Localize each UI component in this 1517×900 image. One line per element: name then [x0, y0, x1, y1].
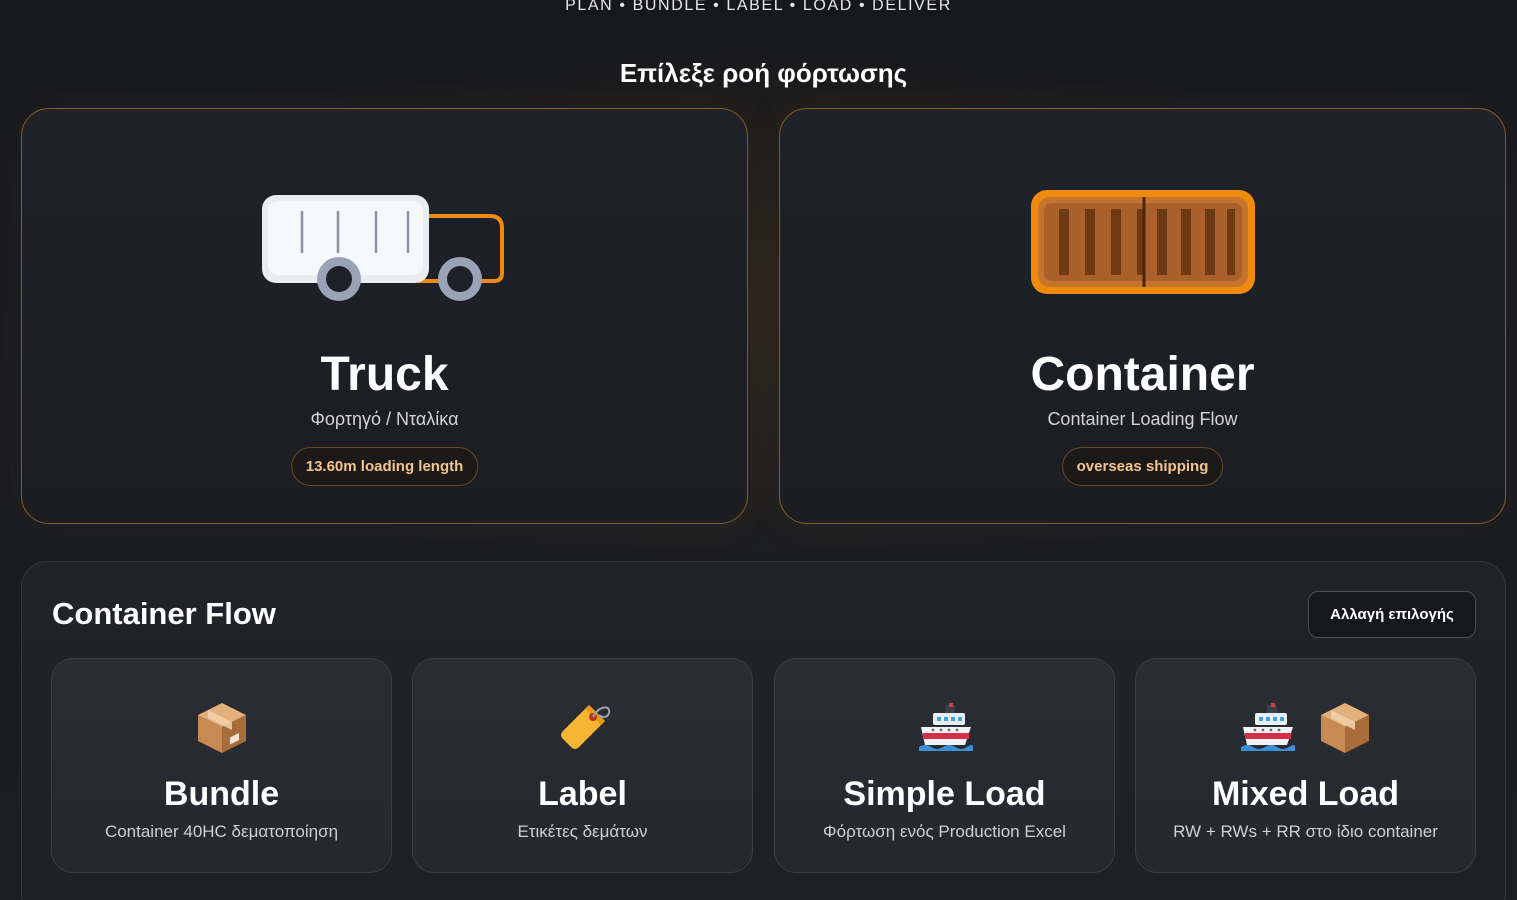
bundle-subtitle: Container 40HC δεματοποίηση	[104, 822, 339, 841]
truck-icon	[22, 189, 747, 309]
container-subtitle: Container Loading Flow	[1047, 409, 1238, 429]
truck-length-badge: 13.60m loading length	[290, 447, 479, 486]
change-selection-button[interactable]: Αλλαγή επιλογής	[1308, 591, 1476, 638]
mixed-load-subtitle: RW + RWs + RR στο ίδιο container	[1173, 822, 1438, 841]
ship-icon	[918, 703, 973, 751]
truck-subtitle: Φορτηγό / Νταλίκα	[310, 409, 459, 429]
container-title: Container	[1030, 348, 1255, 401]
container-mode-card[interactable]: Container Container Loading Flow oversea…	[779, 108, 1506, 524]
shipping-container-icon	[780, 189, 1505, 309]
container-flow-panel: Container Flow Αλλαγή επιλογής Bundle Co…	[21, 561, 1506, 900]
container-shipping-badge: overseas shipping	[1061, 447, 1224, 486]
package-icon	[197, 703, 246, 753]
label-step-card[interactable]: Label Ετικέτες δεμάτων	[412, 658, 753, 873]
ship-icon	[1240, 703, 1295, 751]
truck-title: Truck	[320, 348, 449, 401]
label-tag-icon	[560, 705, 610, 749]
simple-load-step-card[interactable]: Simple Load Φόρτωση ενός Production Exce…	[774, 658, 1115, 873]
simple-load-subtitle: Φόρτωση ενός Production Excel	[823, 822, 1066, 841]
bundle-step-card[interactable]: Bundle Container 40HC δεματοποίηση	[51, 658, 392, 873]
package-icon	[1320, 703, 1369, 753]
bundle-title: Bundle	[163, 775, 280, 813]
mixed-load-step-card[interactable]: Mixed Load RW + RWs + RR στο ίδιο contai…	[1135, 658, 1476, 873]
simple-load-title: Simple Load	[843, 775, 1046, 813]
choose-flow-title: Επίλεξε ροή φόρτωσης	[619, 58, 908, 88]
mixed-load-title: Mixed Load	[1211, 775, 1400, 813]
tagline: PLAN • BUNDLE • LABEL • LOAD • DELIVER	[565, 0, 952, 14]
truck-mode-card[interactable]: Truck Φορτηγό / Νταλίκα 13.60m loading l…	[21, 108, 748, 524]
label-title: Label	[538, 775, 627, 813]
flow-title: Container Flow	[52, 596, 276, 631]
label-subtitle: Ετικέτες δεμάτων	[517, 822, 648, 841]
